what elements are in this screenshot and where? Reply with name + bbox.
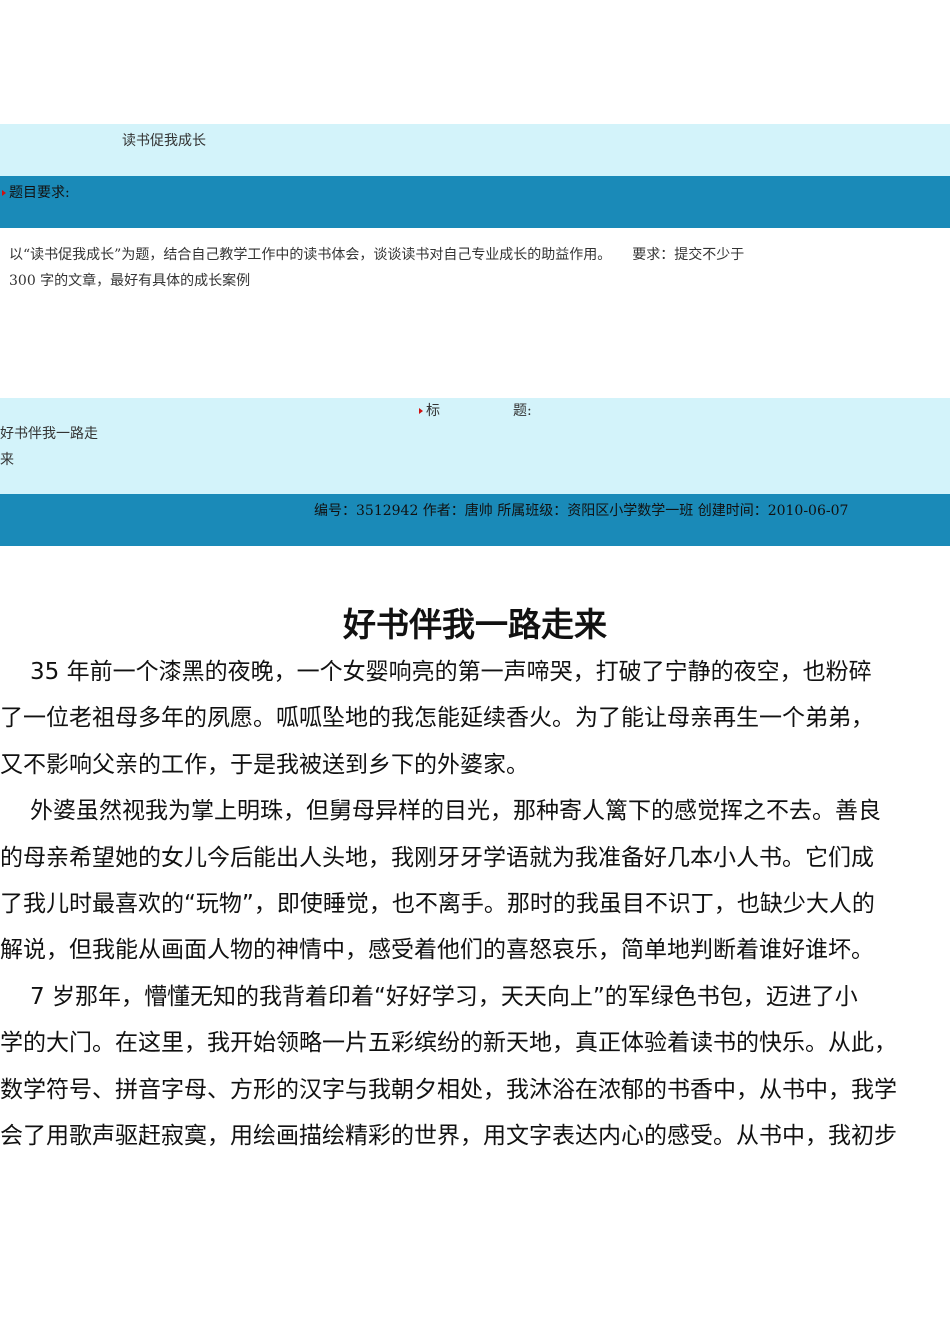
requirements-line-1: 以“读书促我成长”为题，结合自己教学工作中的读书体会，谈谈读书对自己专业成长的助… bbox=[9, 247, 745, 263]
requirements-line-2: 300 字的文章，最好有具体的成长案例 bbox=[9, 273, 251, 289]
article-line: 又不影响父亲的工作，于是我被送到乡下的外婆家。 bbox=[0, 751, 529, 778]
title-value-line-1: 好书伴我一路走 bbox=[0, 426, 98, 442]
article-line: 数学符号、拼音字母、方形的汉字与我朝夕相处，我沐浴在浓郁的书香中，从书中，我学 bbox=[0, 1076, 897, 1103]
arrow-icon bbox=[2, 190, 6, 196]
title-label-b: 题: bbox=[513, 403, 532, 419]
article-line: 外婆虽然视我为掌上明珠，但舅母异样的目光，那种寄人篱下的感觉挥之不去。善良 bbox=[30, 798, 881, 825]
meta-band: 编号：3512942 作者：唐帅 所属班级：资阳区小学数学一班 创建时间：201… bbox=[0, 494, 950, 546]
requirements-header-band: 题目要求: bbox=[0, 176, 950, 228]
article-heading: 好书伴我一路走来 bbox=[343, 605, 607, 644]
title-label-a: 标 bbox=[426, 403, 440, 419]
article-line: 了我儿时最喜欢的“玩物”，即使睡觉，也不离手。那时的我虽目不识丁，也缺少大人的 bbox=[0, 891, 875, 917]
article-line: 学的大门。在这里，我开始领略一片五彩缤纷的新天地，真正体验着读书的快乐。从此， bbox=[0, 1030, 897, 1057]
article-line: 解说，但我能从画面人物的神情中，感受着他们的喜怒哀乐，简单地判断着谁好谁坏。 bbox=[0, 937, 874, 964]
meta-info: 编号：3512942 作者：唐帅 所属班级：资阳区小学数学一班 创建时间：201… bbox=[314, 503, 849, 519]
requirements-label-text: 题目要求: bbox=[9, 185, 70, 201]
article-line: 35 年前一个漆黑的夜晚，一个女婴响亮的第一声啼哭，打破了宁静的夜空，也粉碎 bbox=[30, 659, 872, 685]
title-band: 标 题: 好书伴我一路走 来 bbox=[0, 398, 950, 494]
article-line: 的母亲希望她的女儿今后能出人头地，我刚牙牙学语就为我准备好几本小人书。它们成 bbox=[0, 844, 874, 871]
requirements-label: 题目要求: bbox=[2, 182, 70, 202]
article-line: 了一位老祖母多年的夙愿。呱呱坠地的我怎能延续香火。为了能让母亲再生一个弟弟， bbox=[0, 705, 874, 732]
topic-band: 读书促我成长 bbox=[0, 124, 950, 176]
title-label: 标 bbox=[419, 400, 440, 420]
arrow-icon bbox=[419, 408, 423, 414]
article-line: 7 岁那年，懵懂无知的我背着印着“好好学习，天天向上”的军绿色书包，迈进了小 bbox=[30, 983, 858, 1010]
topic-title: 读书促我成长 bbox=[122, 133, 206, 149]
title-value-line-2: 来 bbox=[0, 452, 14, 468]
article-line: 会了用歌声驱赶寂寞，用绘画描绘精彩的世界，用文字表达内心的感受。从书中，我初步 bbox=[0, 1123, 897, 1149]
